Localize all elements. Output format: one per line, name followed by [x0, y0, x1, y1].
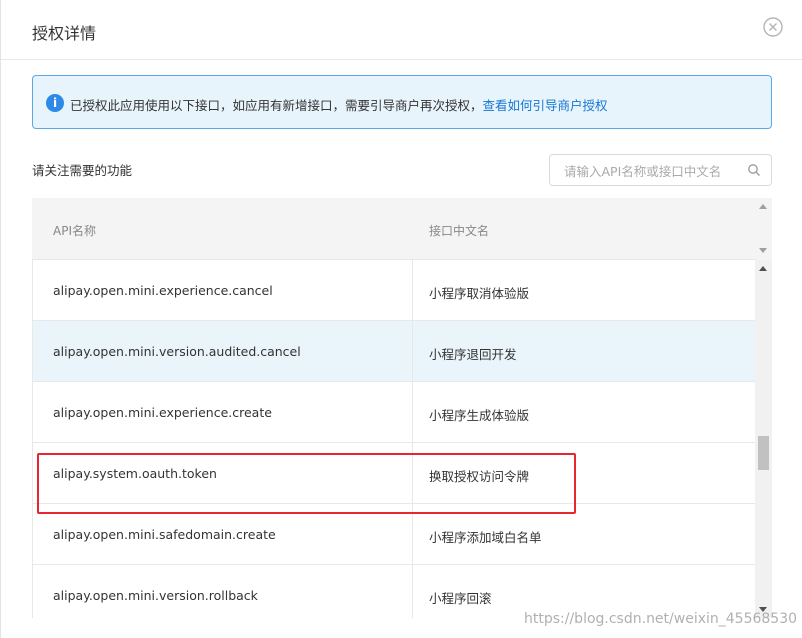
scrollbar-thumb[interactable] [758, 436, 769, 470]
table-row[interactable]: alipay.system.oauth.token 换取授权访问令牌 [33, 443, 755, 504]
api-name-cell: alipay.open.mini.safedomain.create [53, 527, 276, 542]
chinese-name-cell: 小程序添加域白名单 [429, 530, 542, 545]
chinese-name-cell: 小程序回滚 [429, 591, 492, 606]
search-box [549, 154, 772, 186]
info-icon: i [46, 94, 64, 112]
column-header-api-name: API名称 [53, 224, 96, 238]
api-name-cell: alipay.open.mini.experience.cancel [53, 283, 273, 298]
table-header: API名称 接口中文名 [32, 198, 755, 260]
api-table: API名称 接口中文名 alipay.open.mini.experience.… [32, 198, 772, 618]
column-divider [412, 321, 413, 381]
info-alert: i 已授权此应用使用以下接口，如应用有新增接口，需要引导商户再次授权，查看如何引… [32, 75, 772, 129]
alert-message: 已授权此应用使用以下接口，如应用有新增接口，需要引导商户再次授权，查看如何引导商… [70, 95, 608, 114]
chinese-name-cell: 小程序取消体验版 [429, 286, 530, 301]
scroll-up-icon[interactable] [759, 266, 767, 271]
api-name-cell: alipay.open.mini.version.audited.cancel [53, 344, 301, 359]
guide-merchant-link[interactable]: 查看如何引导商户授权 [483, 98, 608, 113]
table-row[interactable]: alipay.open.mini.safedomain.create 小程序添加… [33, 504, 755, 565]
table-scrollbar[interactable] [755, 260, 772, 618]
column-header-chinese-name: 接口中文名 [429, 224, 490, 238]
close-icon[interactable] [763, 17, 783, 37]
watermark: https://blog.csdn.net/weixin_45568530 [524, 611, 798, 627]
api-name-cell: alipay.system.oauth.token [53, 466, 217, 481]
chinese-name-cell: 小程序退回开发 [429, 347, 517, 362]
table-row[interactable]: alipay.open.mini.experience.create 小程序生成… [33, 382, 755, 443]
search-input[interactable] [562, 161, 744, 181]
table-row[interactable]: alipay.open.mini.version.audited.cancel … [33, 321, 755, 382]
column-divider [412, 260, 413, 320]
table-row[interactable]: alipay.open.mini.experience.cancel 小程序取消… [33, 260, 755, 321]
auth-details-dialog: 授权详情 i 已授权此应用使用以下接口，如应用有新增接口，需要引导商户再次授权，… [0, 0, 802, 638]
api-name-cell: alipay.open.mini.version.rollback [53, 588, 258, 603]
column-divider [412, 382, 413, 442]
column-divider [412, 504, 413, 564]
alert-text: 已授权此应用使用以下接口，如应用有新增接口，需要引导商户再次授权， [70, 98, 483, 113]
scroll-up-icon[interactable] [759, 204, 767, 209]
scroll-down-icon[interactable] [759, 248, 767, 253]
chinese-name-cell: 小程序生成体验版 [429, 408, 530, 423]
chinese-name-cell: 换取授权访问令牌 [429, 469, 530, 484]
column-divider [412, 565, 413, 618]
api-name-cell: alipay.open.mini.experience.create [53, 405, 272, 420]
search-icon[interactable] [747, 163, 761, 177]
table-body: alipay.open.mini.experience.cancel 小程序取消… [32, 260, 755, 618]
dialog-title: 授权详情 [32, 24, 97, 43]
column-divider [412, 443, 413, 503]
header-scrollbar[interactable] [755, 198, 772, 260]
dialog-header: 授权详情 [1, 0, 802, 60]
section-label: 请关注需要的功能 [32, 163, 133, 178]
